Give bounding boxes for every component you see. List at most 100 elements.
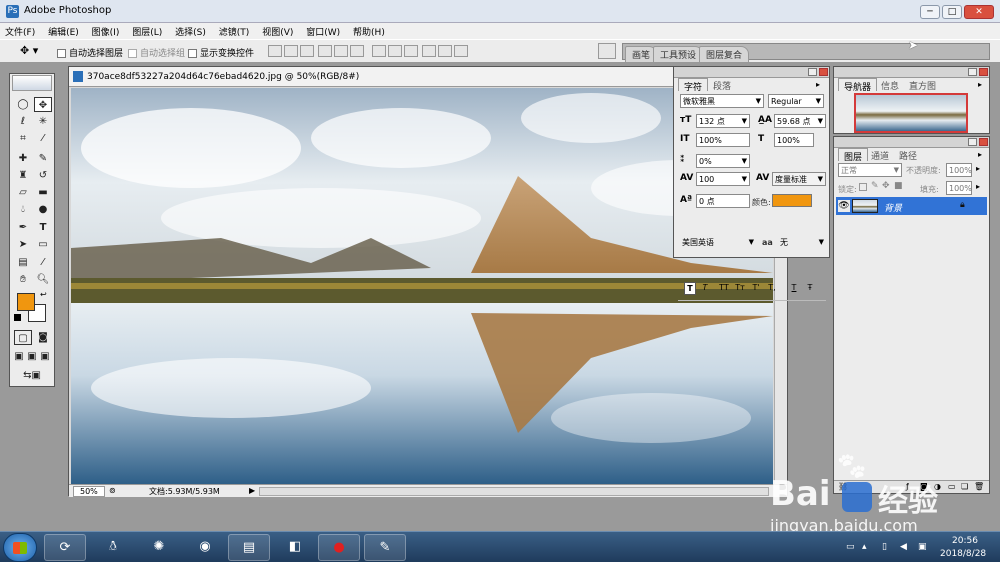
blend-mode-select[interactable]: 正常 bbox=[838, 163, 902, 177]
align-hcenter-icon[interactable] bbox=[334, 45, 348, 57]
palette-well-tab-tool-presets[interactable]: 工具预设 bbox=[653, 46, 704, 63]
start-button[interactable] bbox=[3, 533, 37, 562]
navigator-thumbnail[interactable] bbox=[854, 93, 968, 133]
swap-colors-icon[interactable]: ↩ bbox=[40, 290, 47, 299]
minimize-button[interactable]: ─ bbox=[920, 5, 940, 19]
menu-filter[interactable]: 滤镜(T) bbox=[214, 23, 255, 38]
font-style-select[interactable]: Regular bbox=[768, 94, 824, 108]
clock-date[interactable]: 2018/8/28 bbox=[940, 549, 986, 559]
close-button[interactable]: ✕ bbox=[964, 5, 994, 19]
faux-bold-button[interactable]: T bbox=[684, 282, 696, 295]
dodge-tool-icon[interactable]: ● bbox=[34, 202, 52, 217]
panel-menu-icon[interactable]: ▸ bbox=[978, 80, 982, 89]
auto-select-layer-checkbox[interactable] bbox=[57, 49, 66, 58]
tab-info[interactable]: 信息 bbox=[876, 78, 904, 92]
taskbar-app-refresh-icon[interactable]: ⟳ bbox=[44, 534, 86, 561]
brush-tool-icon[interactable]: ✎ bbox=[34, 151, 52, 166]
auto-select-layer-option[interactable]: 自动选择图层 bbox=[57, 46, 123, 59]
panel-close-icon[interactable] bbox=[819, 68, 828, 76]
tab-channels[interactable]: 通道 bbox=[866, 148, 894, 162]
superscript-button[interactable]: T' bbox=[750, 282, 762, 295]
panel-close-icon[interactable] bbox=[979, 68, 988, 76]
baseline-shift-field[interactable]: 0 点 bbox=[696, 194, 750, 208]
menu-edit[interactable]: 编辑(E) bbox=[43, 23, 84, 38]
tray-usb-icon[interactable]: ▯ bbox=[882, 542, 887, 552]
menu-window[interactable]: 窗口(W) bbox=[301, 23, 345, 38]
taskbar-app-explorer-icon[interactable]: ▤ bbox=[228, 534, 270, 561]
taskbar-app-camtasia-icon[interactable]: ◧ bbox=[274, 534, 316, 561]
tray-volume-icon[interactable]: ◀ bbox=[900, 542, 907, 552]
gradient-tool-icon[interactable]: ▬ bbox=[34, 185, 52, 200]
hand-tool-icon[interactable]: ✋︎ bbox=[14, 272, 32, 287]
menu-image[interactable]: 图像(I) bbox=[87, 23, 125, 38]
distribute-right-icon[interactable] bbox=[454, 45, 468, 57]
lock-image-icon[interactable]: ✎ bbox=[871, 181, 879, 191]
tab-character[interactable]: 字符 bbox=[678, 78, 709, 93]
show-transform-option[interactable]: 显示变换控件 bbox=[188, 46, 254, 59]
fill-arrow-icon[interactable]: ▸ bbox=[976, 182, 980, 191]
faux-italic-button[interactable]: T bbox=[699, 282, 711, 295]
tray-network-icon[interactable]: ▣ bbox=[918, 542, 927, 552]
zoom-tool-icon[interactable]: 🔍︎ bbox=[34, 272, 52, 287]
vertical-scale-field[interactable]: 100% bbox=[696, 133, 750, 147]
tracking-field[interactable]: 100 bbox=[696, 172, 750, 186]
zoom-level[interactable]: 50% bbox=[73, 486, 105, 497]
default-colors-icon[interactable] bbox=[14, 314, 21, 321]
eyedropper-tool-icon[interactable]: ⁄ bbox=[34, 255, 52, 270]
blur-tool-icon[interactable]: 💧︎ bbox=[14, 202, 32, 217]
small-caps-button[interactable]: Tт bbox=[734, 282, 746, 295]
menu-view[interactable]: 视图(V) bbox=[257, 23, 298, 38]
layer-name[interactable]: 背景 bbox=[884, 201, 902, 214]
kerning-ratio-field[interactable]: 0% bbox=[696, 154, 750, 168]
move-tool-icon[interactable]: ✥ bbox=[34, 97, 52, 112]
type-tool-icon[interactable]: T bbox=[34, 220, 52, 235]
distribute-hcenter-icon[interactable] bbox=[438, 45, 452, 57]
align-left-icon[interactable] bbox=[318, 45, 332, 57]
crop-tool-icon[interactable]: ⌗ bbox=[14, 131, 32, 146]
tray-expand-icon[interactable]: ▴ bbox=[862, 542, 867, 552]
opacity-field[interactable]: 100% bbox=[946, 163, 972, 177]
tray-keyboard-icon[interactable]: ▭ bbox=[846, 542, 855, 552]
panel-menu-icon[interactable]: ▸ bbox=[978, 150, 982, 159]
panel-close-icon[interactable] bbox=[979, 138, 988, 146]
menu-file[interactable]: 文件(F) bbox=[0, 23, 40, 38]
underline-button[interactable]: T bbox=[788, 282, 800, 295]
strikethrough-button[interactable]: Ŧ bbox=[804, 282, 816, 295]
panel-minimize-icon[interactable] bbox=[808, 68, 817, 76]
show-transform-checkbox[interactable] bbox=[188, 49, 197, 58]
align-top-icon[interactable] bbox=[268, 45, 282, 57]
magic-wand-tool-icon[interactable]: ✳ bbox=[34, 114, 52, 129]
distribute-left-icon[interactable] bbox=[422, 45, 436, 57]
status-arrow-icon[interactable]: ▶ bbox=[249, 486, 255, 495]
image-canvas[interactable] bbox=[71, 88, 773, 484]
subscript-button[interactable]: T, bbox=[766, 282, 778, 295]
fill-field[interactable]: 100% bbox=[946, 181, 972, 195]
go-to-bridge-icon[interactable] bbox=[598, 43, 616, 59]
kerning-mode-select[interactable]: 度量标准 bbox=[772, 172, 826, 186]
maximize-button[interactable]: □ bbox=[942, 5, 962, 19]
taskbar-app-photoshop-icon[interactable]: ✎ bbox=[364, 534, 406, 561]
imageready-jump-icon[interactable]: ⇆▣ bbox=[14, 368, 50, 383]
language-select[interactable]: 美国英语 bbox=[680, 236, 756, 250]
tab-paragraph[interactable]: 段落 bbox=[708, 78, 736, 92]
leading-field[interactable]: 59.68 点 bbox=[774, 114, 826, 128]
lock-position-icon[interactable]: ✥ bbox=[882, 181, 890, 191]
notes-tool-icon[interactable]: ▤ bbox=[14, 255, 32, 270]
lock-transparency-icon[interactable] bbox=[859, 183, 867, 191]
panel-menu-icon[interactable]: ▸ bbox=[816, 80, 820, 89]
distribute-bottom-icon[interactable] bbox=[404, 45, 418, 57]
eye-icon[interactable]: 👁︎ bbox=[838, 200, 850, 212]
pen-tool-icon[interactable]: ✒ bbox=[14, 220, 32, 235]
tab-histogram[interactable]: 直方图 bbox=[904, 78, 941, 92]
horizontal-scrollbar[interactable] bbox=[259, 487, 769, 496]
opacity-arrow-icon[interactable]: ▸ bbox=[976, 164, 980, 173]
lock-all-icon[interactable]: ■ bbox=[894, 181, 903, 191]
distribute-vcenter-icon[interactable] bbox=[388, 45, 402, 57]
auto-select-group-option[interactable]: 自动选择组 bbox=[128, 46, 185, 59]
clock-time[interactable]: 20:56 bbox=[952, 536, 978, 546]
layer-row[interactable]: 👁︎ 背景 🔒︎ bbox=[836, 197, 987, 215]
quick-mask-mode-icon[interactable]: ◙ bbox=[34, 330, 52, 345]
taskbar-app-qq-icon[interactable]: 🐧︎ bbox=[92, 534, 134, 561]
panel-minimize-icon[interactable] bbox=[968, 138, 977, 146]
taskbar-app-media-icon[interactable]: ✺ bbox=[138, 534, 180, 561]
